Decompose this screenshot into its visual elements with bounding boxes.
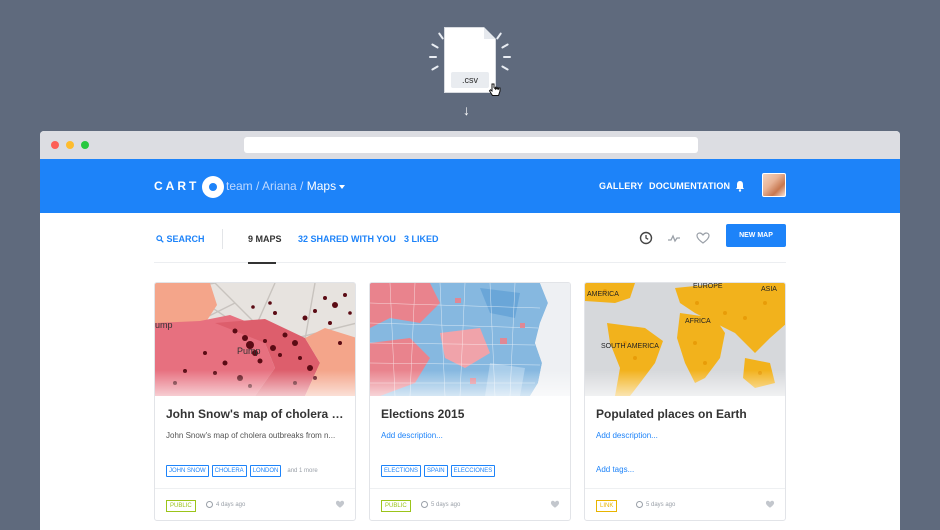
spark-tick [495,32,503,40]
breadcrumb-user[interactable]: Ariana [262,179,297,193]
thumb-label: AMERICA [587,291,619,298]
active-tab-indicator [248,262,276,264]
address-bar[interactable] [244,137,698,153]
thumbnail-fade [155,370,355,396]
browser-window: CART team / Ariana / Maps GALLERY DOCUME… [40,131,900,530]
heart-icon[interactable] [335,499,345,509]
tag-badge[interactable]: SPAIN [424,465,448,477]
arrow-down-icon: ↓ [463,102,470,118]
card-title[interactable]: John Snow's map of cholera outb... [166,407,348,421]
thumb-label: ump [155,320,173,330]
spark-tick [501,65,509,71]
thumb-label: Pump [237,346,261,356]
browser-titlebar [40,131,900,159]
card-title[interactable]: Populated places on Earth [596,407,778,421]
tag-badge[interactable]: JOHN SNOW [166,465,209,477]
tag-list: ELECTIONS SPAIN ELECCIONES [381,465,498,477]
card-title[interactable]: Elections 2015 [381,407,563,421]
nav-gallery-link[interactable]: GALLERY [599,181,643,191]
avatar[interactable] [762,173,786,197]
clock-icon [421,501,428,508]
card-footer: LINK 5 days ago [585,488,785,520]
activity-icon[interactable] [666,230,682,246]
nav-documentation-link[interactable]: DOCUMENTATION [649,181,730,191]
privacy-badge[interactable]: PUBLIC [381,500,411,512]
thumb-label: SOUTH AMERICA [601,343,659,350]
heart-icon[interactable] [695,230,711,246]
heart-icon[interactable] [550,499,560,509]
clock-icon [636,501,643,508]
card-date: 5 days ago [421,501,460,508]
spark-tick [503,56,511,58]
map-card-populated-places[interactable]: EUROPE ASIA AMERICA AFRICA SOUTH AMERICA… [584,282,786,521]
more-tags-label[interactable]: and 1 more [287,468,317,474]
search-label: SEARCH [166,234,205,244]
add-description-link[interactable]: Add description... [381,431,563,440]
tab-liked[interactable]: 3 LIKED [404,234,439,244]
privacy-badge[interactable]: PUBLIC [166,500,196,512]
breadcrumb-team[interactable]: team [226,179,253,193]
map-thumbnail[interactable]: EUROPE ASIA AMERICA AFRICA SOUTH AMERICA [585,283,785,396]
card-date: 5 days ago [636,501,675,508]
clock-icon[interactable] [638,230,654,246]
hand-cursor-icon [488,83,501,96]
tab-my-maps[interactable]: 9 MAPS [248,234,282,244]
breadcrumb-maps-dropdown[interactable]: Maps [307,179,346,193]
spark-tick [431,65,439,71]
map-thumbnail[interactable]: ump Pump [155,283,355,396]
tag-badge[interactable]: ELECCIONES [450,465,496,477]
search-filter[interactable]: SEARCH [156,234,205,244]
add-tags-link[interactable]: Add tags... [596,465,634,474]
thumbnail-fade [370,370,570,396]
map-thumbnail[interactable] [370,283,570,396]
tag-list: JOHN SNOW CHOLERA LONDON and 1 more [166,465,318,477]
app-header: CART team / Ariana / Maps GALLERY DOCUME… [40,159,900,213]
thumb-label: ASIA [761,286,777,293]
thumbnail-fade [585,370,785,396]
breadcrumb: team / Ariana / Maps [226,179,346,193]
card-footer: PUBLIC 5 days ago [370,488,570,520]
chevron-down-icon [339,184,346,189]
search-icon [156,235,164,243]
bell-icon[interactable] [735,180,745,192]
privacy-badge[interactable]: LINK [596,500,618,512]
minimize-window-button[interactable] [66,141,74,149]
spark-tick [429,56,437,58]
spark-tick [501,43,509,49]
clock-icon [206,501,213,508]
thumb-label: AFRICA [685,318,711,325]
card-footer: PUBLIC 4 days ago [155,488,355,520]
thumb-label: EUROPE [693,283,723,290]
card-date: 4 days ago [206,501,245,508]
csv-file-label: .csv [451,72,489,88]
tab-shared-with-you[interactable]: 32 SHARED WITH YOU [298,234,396,244]
card-description[interactable]: John Snow's map of cholera outbreaks fro… [166,431,348,440]
carto-logo[interactable]: CART [154,174,225,198]
filter-bar: SEARCH 9 MAPS 32 SHARED WITH YOU 3 LIKED… [154,224,786,264]
tag-badge[interactable]: ELECTIONS [381,465,422,477]
tag-badge[interactable]: CHOLERA [211,465,247,477]
close-window-button[interactable] [51,141,59,149]
maximize-window-button[interactable] [81,141,89,149]
heart-icon[interactable] [765,499,775,509]
csv-upload-indicator: .csv [410,20,530,120]
map-card-elections[interactable]: Elections 2015 Add description... ELECTI… [369,282,571,521]
map-card-cholera[interactable]: ump Pump John Snow's map of cholera outb… [154,282,356,521]
add-description-link[interactable]: Add description... [596,431,778,440]
new-map-button[interactable]: NEW MAP [726,224,786,247]
spark-tick [431,43,439,49]
filter-divider [222,229,223,249]
tag-badge[interactable]: LONDON [249,465,282,477]
